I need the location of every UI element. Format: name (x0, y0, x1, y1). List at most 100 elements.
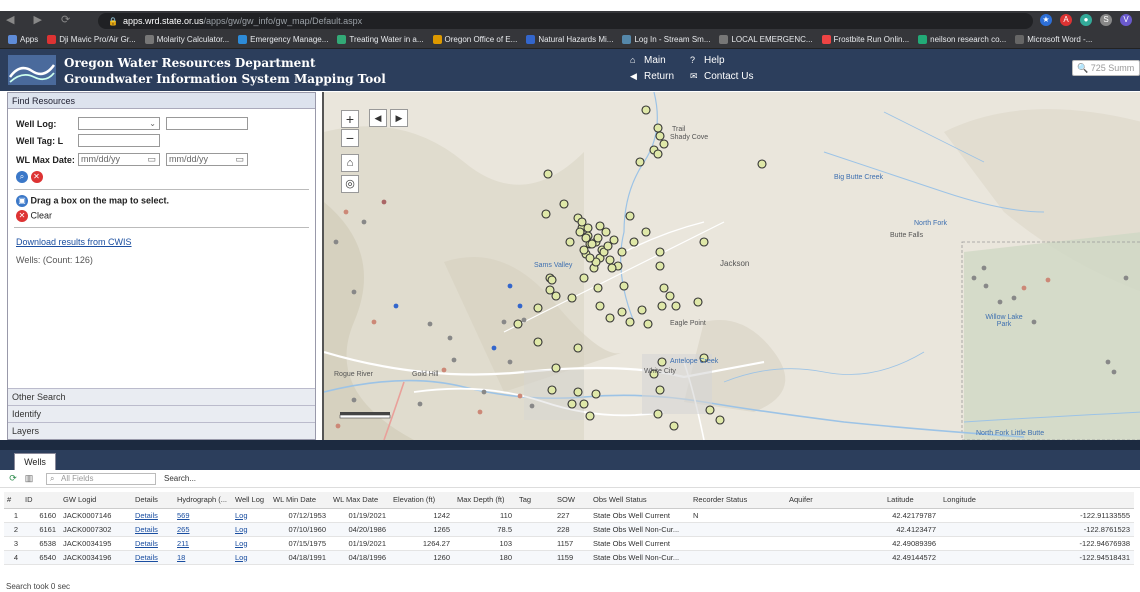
well-point-icon[interactable] (1111, 369, 1117, 375)
bookmark-item[interactable]: Natural Hazards Mi... (526, 35, 613, 44)
well-point-icon[interactable] (1123, 275, 1129, 281)
calendar-icon[interactable]: ▭ (235, 154, 244, 165)
calendar-icon[interactable]: ▭ (147, 154, 156, 165)
well-point-icon[interactable] (529, 403, 535, 409)
column-header[interactable]: SOW (554, 492, 590, 509)
well-marker-icon[interactable] (605, 313, 615, 323)
well-marker-icon[interactable] (705, 405, 715, 415)
well-marker-icon[interactable] (671, 301, 681, 311)
table-row[interactable]: 3 6538 JACK0034195 Details 211 Log 07/15/1975 0… (4, 536, 1134, 551)
well-marker-icon[interactable] (757, 159, 767, 169)
well-point-icon[interactable] (417, 401, 423, 407)
well-log-number-input[interactable] (166, 117, 248, 130)
well-marker-icon[interactable] (655, 385, 665, 395)
well-point-icon[interactable] (1105, 359, 1111, 365)
help-link[interactable]: ? Help (690, 55, 725, 66)
bookmark-item[interactable]: Apps (8, 35, 38, 44)
well-point-icon[interactable] (351, 397, 357, 403)
well-marker-icon[interactable] (637, 305, 647, 315)
cancel-icon[interactable]: ✕ (30, 171, 43, 183)
bookmark-item[interactable]: Frostbite Run Onlin... (821, 35, 909, 44)
bookmark-item[interactable]: Log In - Stream Sm... (622, 35, 710, 44)
well-marker-icon[interactable] (643, 319, 653, 329)
star-icon[interactable]: ★ (1040, 14, 1052, 26)
zoom-out-button[interactable]: − (341, 129, 359, 147)
well-point-icon[interactable] (477, 409, 483, 415)
accordion-identify[interactable]: Identify (8, 405, 315, 422)
well-marker-icon[interactable] (543, 169, 553, 179)
bookmark-item[interactable]: Dji Mavic Pro/Air Gr... (47, 35, 136, 44)
drag-box-row[interactable]: ▣ Drag a box on the map to select. (16, 195, 169, 207)
column-header[interactable]: Elevation (ft) (390, 492, 454, 509)
well-marker-icon[interactable] (605, 255, 615, 265)
well-point-icon[interactable] (447, 335, 453, 341)
contact-link[interactable]: ✉ Contact Us (690, 71, 753, 82)
well-marker-icon[interactable] (617, 307, 627, 317)
well-point-icon[interactable] (361, 219, 367, 225)
well-point-icon[interactable] (1021, 285, 1027, 291)
columns-icon[interactable]: ▥ (24, 473, 34, 483)
well-point-icon[interactable] (333, 239, 339, 245)
well-point-icon[interactable] (983, 283, 989, 289)
well-point-icon[interactable] (521, 317, 527, 323)
well-point-icon[interactable] (427, 321, 433, 327)
home-extent-button[interactable]: ⌂ (341, 154, 359, 172)
well-marker-icon[interactable] (567, 399, 577, 409)
well-marker-icon[interactable] (541, 209, 551, 219)
bookmark-item[interactable]: LOCAL EMERGENC... (719, 35, 813, 44)
well-point-icon[interactable] (501, 319, 507, 325)
well-marker-icon[interactable] (579, 399, 589, 409)
well-point-icon[interactable] (371, 319, 377, 325)
pdf-extension-icon[interactable]: A (1060, 14, 1072, 26)
panel-divider[interactable] (0, 440, 1140, 450)
extension-icon[interactable]: ● (1080, 14, 1092, 26)
table-cell-link[interactable]: 18 (174, 550, 232, 565)
well-marker-icon[interactable] (653, 123, 663, 133)
bookmark-item[interactable]: Microsoft Word -... (1015, 35, 1092, 44)
column-header[interactable]: # (4, 492, 22, 509)
well-marker-icon[interactable] (551, 363, 561, 373)
column-header[interactable]: Latitude (884, 492, 940, 509)
well-marker-icon[interactable] (573, 343, 583, 353)
table-row[interactable]: 4 6540 JACK0034196 Details 18 Log 04/18/1991 04… (4, 550, 1134, 565)
well-tag-input[interactable] (78, 134, 160, 147)
well-marker-icon[interactable] (567, 293, 577, 303)
well-marker-icon[interactable] (655, 261, 665, 271)
previous-extent-button[interactable]: ◀ (369, 109, 387, 127)
well-marker-icon[interactable] (547, 385, 557, 395)
well-marker-icon[interactable] (659, 283, 669, 293)
well-point-icon[interactable] (507, 359, 513, 365)
well-marker-icon[interactable] (573, 387, 583, 397)
grid-search-button[interactable]: Search... (164, 474, 196, 483)
well-marker-icon[interactable] (547, 275, 557, 285)
well-marker-icon[interactable] (595, 301, 605, 311)
well-marker-icon[interactable] (693, 297, 703, 307)
well-marker-icon[interactable] (655, 247, 665, 257)
bookmark-item[interactable]: Treating Water in a... (337, 35, 424, 44)
profile-icon[interactable]: S (1100, 14, 1112, 26)
well-point-icon[interactable] (1031, 319, 1037, 325)
well-marker-icon[interactable] (565, 237, 575, 247)
browser-nav-buttons[interactable]: ◀ ▶ ⟳ (6, 13, 78, 26)
well-marker-icon[interactable] (619, 281, 629, 291)
bookmark-item[interactable]: Molarity Calculator... (144, 35, 229, 44)
well-marker-icon[interactable] (559, 199, 569, 209)
table-cell-link[interactable]: Log (232, 522, 270, 537)
table-cell-link[interactable]: Log (232, 550, 270, 565)
well-marker-icon[interactable] (585, 253, 595, 263)
find-resources-header[interactable]: Find Resources (8, 93, 315, 109)
column-header[interactable]: WL Max Date (330, 492, 390, 509)
bookmark-item[interactable]: neilson research co... (918, 35, 1006, 44)
well-marker-icon[interactable] (655, 131, 665, 141)
column-header[interactable]: Recorder Status (690, 492, 786, 509)
well-point-icon[interactable] (481, 389, 487, 395)
well-marker-icon[interactable] (533, 337, 543, 347)
well-marker-icon[interactable] (669, 421, 679, 431)
well-point-icon[interactable] (381, 199, 387, 205)
column-header[interactable]: Details (132, 492, 174, 509)
well-point-icon[interactable] (507, 283, 513, 289)
well-marker-icon[interactable] (629, 237, 639, 247)
well-marker-icon[interactable] (579, 245, 589, 255)
column-header[interactable]: Max Depth (ft) (454, 492, 516, 509)
main-link[interactable]: ⌂ Main (630, 55, 666, 66)
